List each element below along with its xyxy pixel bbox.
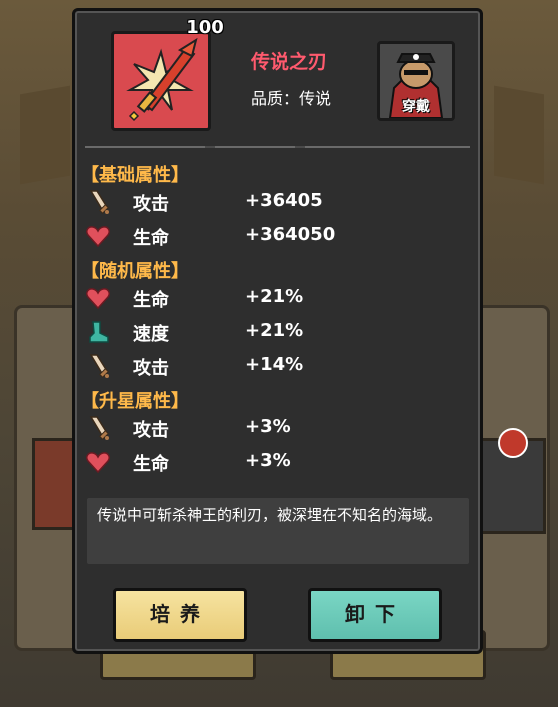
- stat-row: 生命 +21%: [85, 283, 445, 313]
- stat-value: +3%: [245, 416, 291, 437]
- stat-row: 攻击 +14%: [85, 351, 445, 381]
- background-banner-left: [20, 85, 70, 185]
- cultivate-button-label: 培养: [150, 602, 210, 626]
- header-divider: [85, 146, 470, 148]
- sword-icon: [89, 354, 109, 378]
- stat-value: +36405: [245, 190, 323, 211]
- section-title-random: 【随机属性】: [81, 261, 189, 282]
- stat-row: 速度 +21%: [85, 317, 445, 347]
- stat-name: 攻击: [133, 420, 169, 441]
- background-alert-badge: [498, 428, 528, 458]
- unequip-button[interactable]: 卸下: [308, 588, 442, 642]
- stat-name: 生命: [133, 228, 169, 249]
- stat-name: 攻击: [133, 358, 169, 379]
- stat-name: 生命: [133, 454, 169, 475]
- stat-name: 速度: [133, 324, 169, 345]
- background-banner-right: [494, 85, 544, 185]
- item-description: 传说中可斩杀神王的利刃，被深埋在不知名的海域。: [87, 498, 469, 564]
- heart-icon: [86, 288, 110, 310]
- sword-icon: [89, 416, 109, 440]
- legendary-blade-icon: [111, 31, 211, 131]
- stat-row: 生命 +364050: [85, 221, 445, 251]
- stat-value: +364050: [245, 224, 336, 245]
- item-quality: 品质：传说: [251, 89, 332, 108]
- stat-row: 攻击 +3%: [85, 413, 445, 443]
- boot-icon: [89, 321, 109, 343]
- equipped-hero-portrait[interactable]: 穿戴: [377, 41, 455, 121]
- stat-value: +21%: [245, 286, 304, 307]
- stat-row: 生命 +3%: [85, 447, 445, 477]
- stat-name: 攻击: [133, 194, 169, 215]
- cultivate-button[interactable]: 培养: [113, 588, 247, 642]
- sword-icon: [89, 190, 109, 214]
- heart-icon: [86, 452, 110, 474]
- stat-name: 生命: [133, 290, 169, 311]
- stat-row: 攻击 +36405: [85, 187, 445, 217]
- equip-label: 穿戴: [402, 99, 430, 115]
- item-level: 100: [186, 17, 224, 38]
- section-title-star: 【升星属性】: [81, 391, 189, 412]
- item-name: 传说之刃: [251, 51, 328, 73]
- unequip-button-label: 卸下: [345, 602, 405, 626]
- item-detail-panel: 100 传说之刃 品质：传说 穿戴 【基础属性】 攻击 +36405 生命 +3…: [72, 8, 483, 654]
- stat-value: +14%: [245, 354, 304, 375]
- section-title-base: 【基础属性】: [81, 165, 189, 186]
- stat-value: +3%: [245, 450, 291, 471]
- heart-icon: [86, 226, 110, 248]
- stat-value: +21%: [245, 320, 304, 341]
